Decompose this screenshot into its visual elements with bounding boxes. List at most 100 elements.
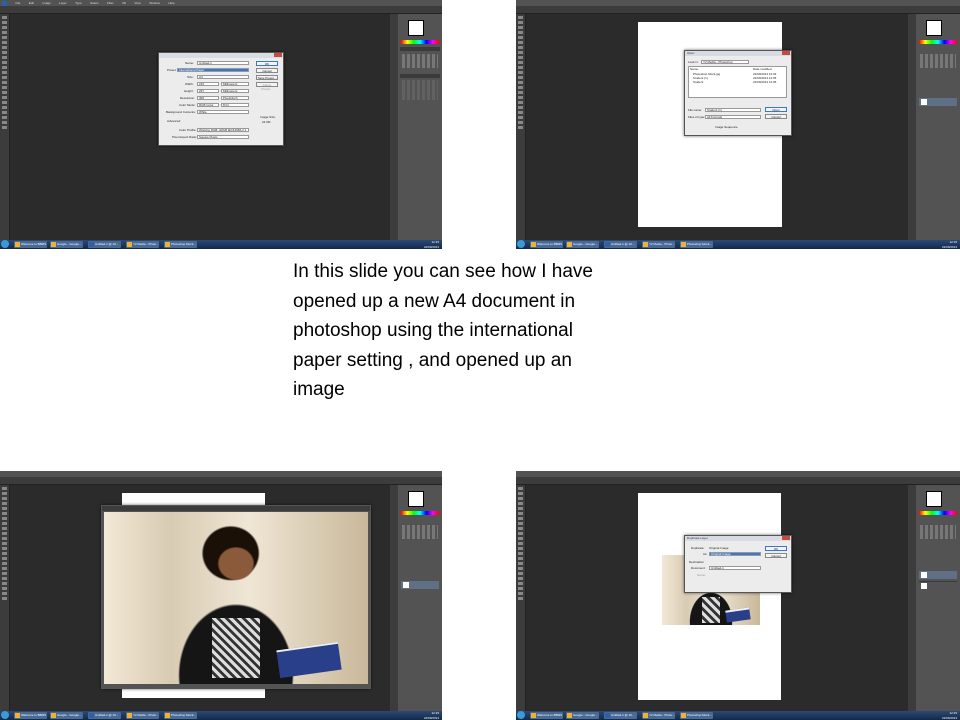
name-field[interactable]: Untitled-1: [197, 60, 249, 65]
color-mode-select[interactable]: RGB Color: [197, 102, 219, 107]
document-select[interactable]: Untitled-1: [709, 565, 761, 570]
advanced-toggle[interactable]: Advanced: [167, 119, 180, 123]
foreground-swatch[interactable]: [408, 20, 424, 36]
taskbar-item-untitled[interactable]: Untitled-1 @ 16...: [88, 241, 121, 248]
height-field[interactable]: 297: [197, 88, 219, 93]
layer-background[interactable]: [401, 581, 439, 589]
document-label: Document:: [691, 566, 706, 570]
taskbar-item-photoshop-mock[interactable]: Photoshop Mock...: [164, 712, 197, 719]
ok-button[interactable]: OK: [256, 61, 278, 66]
taskbar-item-y2-media[interactable]: Y2 Media - Photo...: [642, 241, 675, 248]
destination-label: Destination: [689, 560, 705, 564]
book: [276, 641, 342, 679]
color-profile-select[interactable]: Working RGB: sRGB IEC61966-2.1: [197, 127, 249, 132]
taskbar-item-google[interactable]: Google - Google...: [50, 712, 83, 719]
taskbar-item-y2-media[interactable]: Y2 Media - Photo...: [126, 241, 159, 248]
cancel-button[interactable]: Cancel: [256, 68, 278, 73]
column-date-modified[interactable]: Date modified: [753, 67, 772, 71]
open-button[interactable]: Open: [765, 107, 787, 112]
color-profile-label: Color Profile:: [179, 128, 197, 132]
files-of-type-select[interactable]: All Formats: [705, 114, 761, 119]
file-name-field[interactable]: Student (1): [705, 107, 761, 112]
tools-panel[interactable]: [516, 485, 526, 711]
slide-caption: In this slide you can see how I have ope…: [293, 257, 673, 405]
windows-start-icon[interactable]: [517, 711, 525, 719]
width-unit-select[interactable]: Millimeters: [221, 81, 249, 86]
pixel-aspect-label: Pixel Aspect Ratio:: [172, 135, 198, 139]
windows-start-icon[interactable]: [517, 240, 525, 248]
bit-depth-select[interactable]: 8 bit: [221, 102, 249, 107]
dialog-title: Duplicate Layer: [685, 536, 791, 541]
right-panels: [908, 14, 960, 240]
screenshot-duplicate-layer: Duplicate Layer Duplicate: Original Imag…: [516, 471, 960, 720]
taskbar-item-photoshop-mock[interactable]: Photoshop Mock...: [164, 241, 197, 248]
taskbar-item-untitled[interactable]: Untitled-1 @ 16...: [604, 241, 637, 248]
look-in-select[interactable]: Y2 Media - Photoshop: [701, 59, 749, 64]
book: [725, 607, 751, 623]
image-window-title: [102, 506, 370, 511]
delete-preset-button[interactable]: Delete Preset...: [256, 82, 278, 91]
taskbar-item-welcome[interactable]: Welcome to BBMS: [14, 241, 47, 248]
resolution-field[interactable]: 300: [197, 95, 219, 100]
windows-start-icon[interactable]: [1, 711, 9, 719]
caption-line-3: photoshop using the international: [293, 320, 573, 341]
image-window[interactable]: [101, 505, 371, 689]
file-student[interactable]: Student: [693, 80, 703, 84]
tools-panel[interactable]: [516, 14, 526, 240]
background-contents-label: Background Contents:: [166, 110, 196, 114]
taskbar-item-google[interactable]: Google - Google...: [50, 241, 83, 248]
tools-panel[interactable]: [0, 14, 10, 240]
checked-shirt: [212, 618, 260, 678]
layer-background[interactable]: [919, 98, 957, 106]
close-button[interactable]: [274, 53, 282, 57]
taskbar-item-welcome[interactable]: Welcome to BBMS: [530, 712, 563, 719]
tools-panel[interactable]: [0, 485, 10, 711]
taskbar-item-untitled[interactable]: Untitled-1 @ 16...: [604, 712, 637, 719]
as-label: As:: [703, 552, 708, 556]
screenshot-open-dialog: Open Look in: Y2 Media - Photoshop Name …: [516, 0, 960, 249]
layer-original-image[interactable]: [919, 571, 957, 579]
save-preset-button[interactable]: Save Preset...: [256, 75, 278, 80]
width-field[interactable]: 210: [197, 81, 219, 86]
taskbar-item-welcome[interactable]: Welcome to BBMS: [14, 712, 47, 719]
close-button[interactable]: [782, 536, 790, 540]
cancel-button[interactable]: Cancel: [765, 114, 787, 119]
height-unit-select[interactable]: Millimeters: [221, 88, 249, 93]
layer-background[interactable]: [919, 581, 957, 590]
color-mode-label: Color Mode:: [179, 103, 196, 107]
taskbar-item-photoshop-mock[interactable]: Photoshop Mock...: [680, 712, 713, 719]
adjustments-panel[interactable]: [402, 54, 438, 68]
image-sequence-checkbox[interactable]: Image Sequence: [715, 125, 738, 129]
column-name[interactable]: Name: [690, 67, 698, 71]
caption-line-2: opened up a new A4 document in: [293, 290, 576, 312]
taskbar-item-google[interactable]: Google - Google...: [566, 712, 599, 719]
ok-button[interactable]: OK: [765, 546, 787, 551]
taskbar-item-y2-media[interactable]: Y2 Media - Photo...: [642, 712, 675, 719]
preset-select[interactable]: International Paper: [177, 67, 249, 72]
cancel-button[interactable]: Cancel: [765, 553, 787, 558]
taskbar-item-y2-media[interactable]: Y2 Media - Photo...: [126, 712, 159, 719]
dialog-title: Open: [685, 51, 791, 56]
name-label: Name:: [697, 573, 706, 577]
as-field[interactable]: Original Image: [709, 551, 761, 556]
windows-taskbar: Welcome to BBMS Google - Google... Untit…: [0, 711, 442, 720]
clock: 12:15 22/09/2013: [941, 240, 957, 249]
duplicate-label: Duplicate:: [691, 546, 705, 550]
taskbar-item-welcome[interactable]: Welcome to BBMS: [530, 241, 563, 248]
windows-taskbar: Welcome to BBMS Google - Google... Untit…: [0, 240, 442, 249]
windows-taskbar: Welcome to BBMS Google - Google... Untit…: [516, 240, 960, 249]
taskbar-item-photoshop-mock[interactable]: Photoshop Mock...: [680, 241, 713, 248]
taskbar-item-untitled[interactable]: Untitled-1 @ 16...: [88, 712, 121, 719]
background-contents-select[interactable]: White: [197, 109, 249, 114]
options-bar: [516, 477, 960, 485]
taskbar-item-google[interactable]: Google - Google...: [566, 241, 599, 248]
windows-start-icon[interactable]: [1, 240, 9, 248]
pixel-aspect-select[interactable]: Square Pixels: [197, 134, 249, 139]
right-panels: [908, 485, 960, 711]
close-button[interactable]: [782, 51, 790, 55]
resolution-unit-select[interactable]: Pixels/Inch: [221, 95, 249, 100]
color-spectrum[interactable]: [401, 40, 439, 44]
size-select[interactable]: A4: [197, 74, 249, 79]
image-size-label: Image Size:: [260, 115, 276, 119]
file-name-label: File name:: [688, 108, 703, 112]
